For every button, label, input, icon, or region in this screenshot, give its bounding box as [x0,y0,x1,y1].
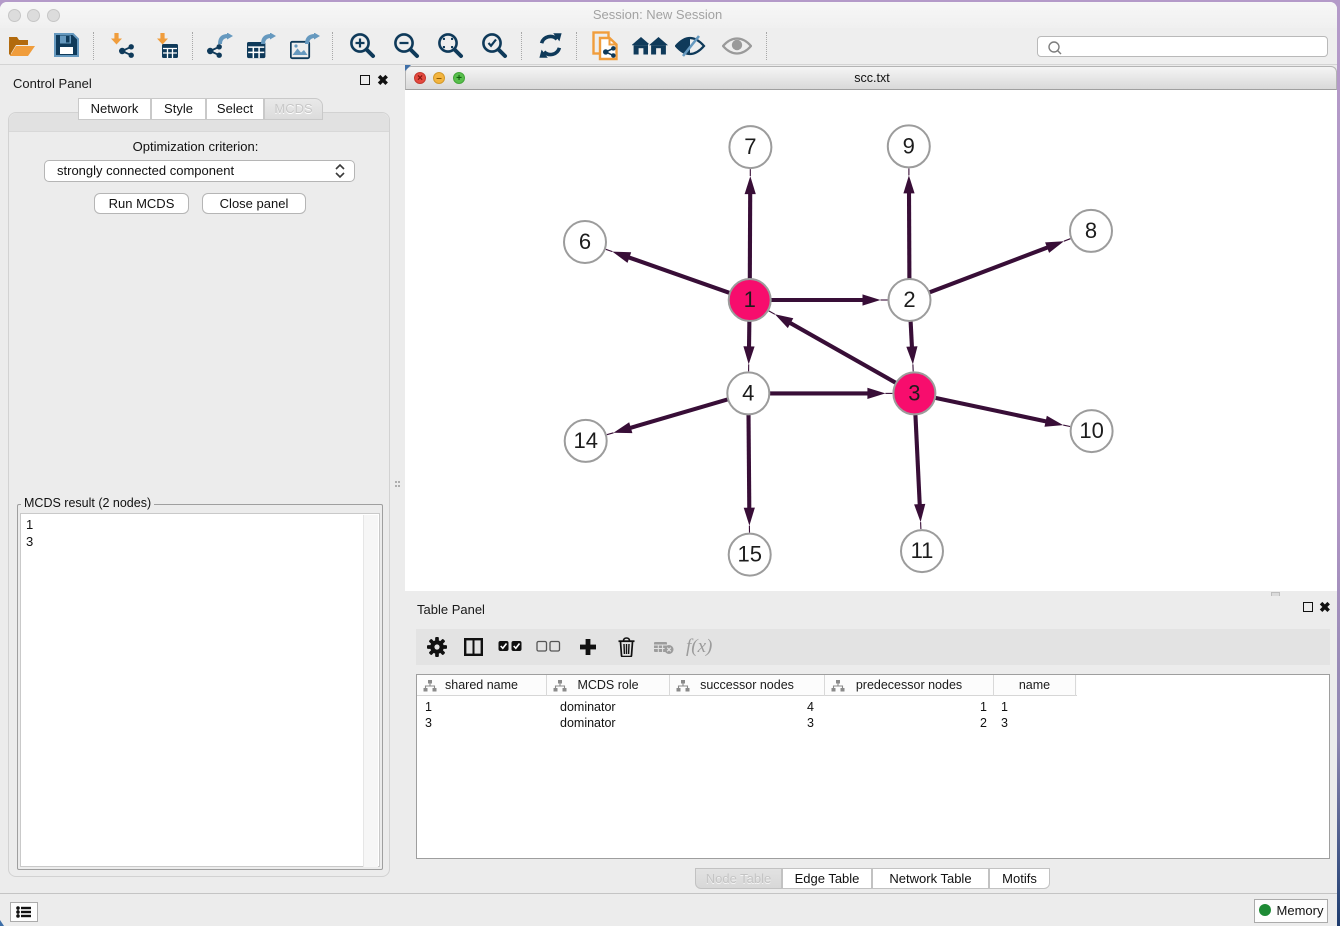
svg-text:7: 7 [744,134,756,159]
svg-text:9: 9 [903,133,915,158]
svg-text:10: 10 [1079,418,1103,443]
svg-text:15: 15 [737,542,761,567]
svg-text:4: 4 [742,380,754,405]
svg-text:11: 11 [911,538,934,563]
svg-text:1: 1 [744,287,756,312]
svg-text:14: 14 [573,428,597,453]
svg-text:6: 6 [579,229,591,254]
svg-text:8: 8 [1085,218,1097,243]
svg-text:3: 3 [908,380,920,405]
svg-text:2: 2 [903,287,915,312]
